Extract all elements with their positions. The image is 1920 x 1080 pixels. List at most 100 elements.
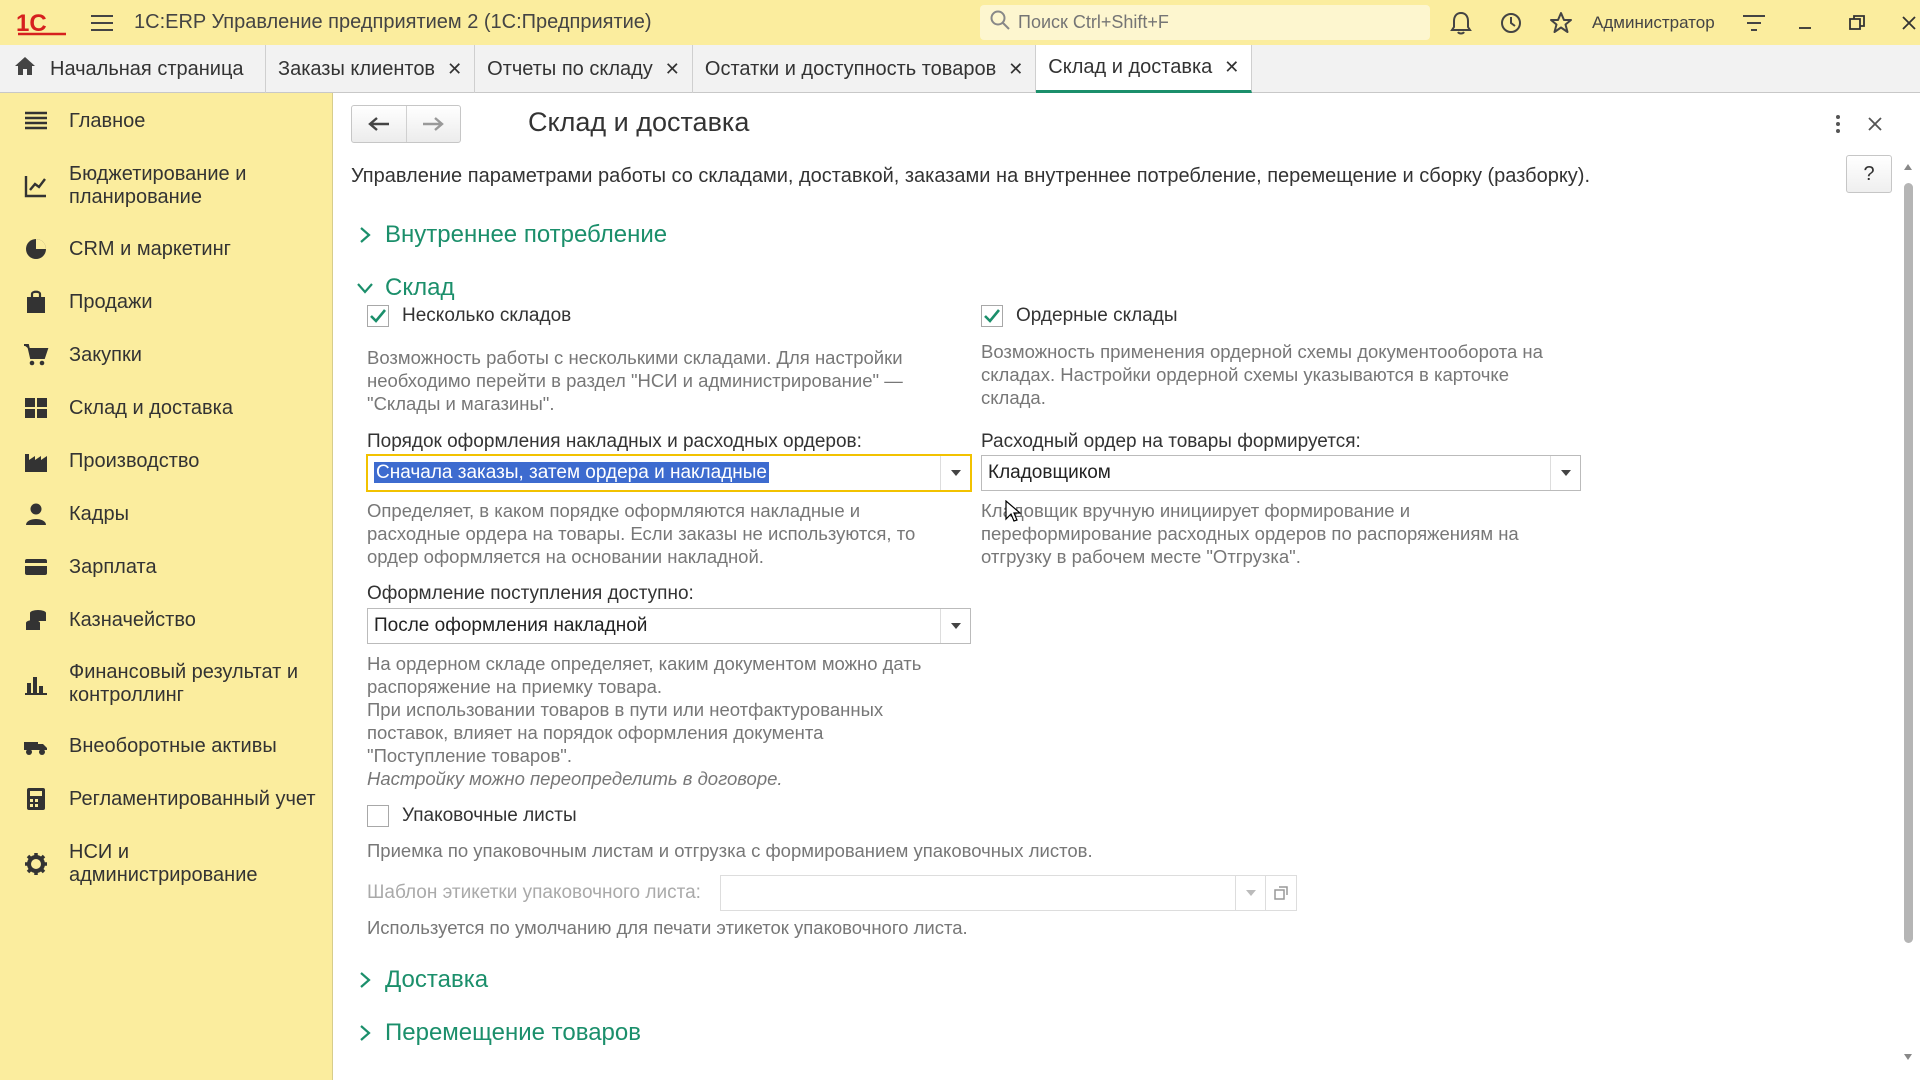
restore-icon[interactable]: [1831, 0, 1883, 45]
bell-icon[interactable]: [1436, 0, 1486, 45]
sidebar-item-label: Финансовый результат и контроллинг: [69, 661, 299, 706]
forward-icon[interactable]: [405, 106, 460, 142]
card-icon: [18, 555, 54, 579]
checkbox-box[interactable]: [367, 305, 389, 327]
close-tab-icon[interactable]: ✕: [1224, 57, 1239, 78]
more-actions-icon[interactable]: [1823, 109, 1853, 139]
sidebar-item-main[interactable]: Главное: [0, 109, 333, 133]
packing-lists-checkbox[interactable]: Упаковочные листы: [367, 805, 577, 827]
coins-icon: [18, 608, 54, 632]
tab-home[interactable]: Начальная страница: [0, 45, 266, 93]
dropdown-arrow-icon[interactable]: [1550, 456, 1580, 490]
open-template-icon[interactable]: [1265, 875, 1297, 911]
sidebar-item-warehouse[interactable]: Склад и доставка: [0, 396, 333, 420]
scroll-down-icon: [1904, 1054, 1912, 1060]
vertical-scrollbar[interactable]: [1899, 153, 1917, 1073]
calculator-icon: [18, 787, 54, 811]
sidebar-item-label: Регламентированный учет: [69, 787, 316, 810]
order-warehouses-checkbox[interactable]: Ордерные склады: [981, 305, 1178, 327]
person-icon: [18, 502, 54, 526]
checkbox-label: Несколько складов: [402, 305, 572, 326]
main-menu-icon[interactable]: [82, 0, 122, 45]
star-icon[interactable]: [1536, 0, 1586, 45]
sidebar-item-fixed-assets[interactable]: Внеоборотные активы: [0, 734, 333, 758]
tab-stock-availability[interactable]: Остатки и доступность товаров ✕: [693, 45, 1037, 93]
current-user[interactable]: Администратор: [1592, 13, 1715, 33]
sidebar-item-budgeting[interactable]: Бюджетирование и планирование: [0, 163, 333, 209]
sidebar-item-sales[interactable]: Продажи: [0, 290, 333, 314]
settings-menu-icon[interactable]: [1729, 0, 1779, 45]
tab-warehouse-delivery[interactable]: Склад и доставка ✕: [1036, 45, 1253, 93]
close-tab-icon[interactable]: ✕: [1008, 59, 1023, 80]
crm-icon: [18, 237, 54, 261]
select-value[interactable]: После оформления накладной: [368, 615, 940, 637]
select-value[interactable]: Сначала заказы, затем ордера и накладные: [368, 462, 940, 484]
tab-label: Заказы клиентов: [278, 57, 436, 80]
sidebar-item-label: Казначейство: [69, 608, 196, 631]
receipt-select[interactable]: После оформления накладной: [367, 608, 971, 644]
home-icon: [14, 56, 36, 82]
order-warehouses-hint: Возможность применения ордерной схемы до…: [981, 341, 1543, 408]
1c-logo[interactable]: 1С: [12, 0, 72, 45]
sidebar-item-hr[interactable]: Кадры: [0, 502, 333, 526]
sidebar-item-label: Продажи: [69, 290, 153, 313]
close-tab-icon[interactable]: ✕: [447, 59, 462, 80]
dropdown-arrow-icon[interactable]: [940, 609, 970, 643]
group-warehouse[interactable]: Склад: [355, 274, 454, 302]
sidebar-item-purchases[interactable]: Закупки: [0, 343, 333, 367]
history-icon[interactable]: [1486, 0, 1536, 45]
tab-warehouse-reports[interactable]: Отчеты по складу ✕: [475, 45, 693, 93]
tab-customer-orders[interactable]: Заказы клиентов ✕: [266, 45, 476, 93]
sidebar-item-treasury[interactable]: Казначейство: [0, 608, 333, 632]
sidebar-item-salary[interactable]: Зарплата: [0, 555, 333, 579]
truck-icon: [18, 734, 54, 758]
group-title: Внутреннее потребление: [385, 221, 668, 248]
close-window-icon[interactable]: [1883, 0, 1920, 45]
dropdown-arrow-icon[interactable]: [1235, 876, 1265, 910]
main-panel: Склад и доставка ? Управление параметрам…: [333, 93, 1920, 1080]
help-button[interactable]: ?: [1846, 155, 1892, 193]
group-internal-consumption[interactable]: Внутреннее потребление: [355, 221, 667, 249]
receipt-hint: На ордерном складе определяет, каким док…: [367, 653, 922, 766]
receipt-hint-italic: Настройку можно переопределить в договор…: [367, 768, 783, 789]
search-input[interactable]: [1018, 12, 1398, 33]
packing-lists-hint: Приемка по упаковочным листам и отгрузка…: [367, 840, 1093, 861]
search-box[interactable]: [980, 5, 1430, 40]
scrollbar-thumb[interactable]: [1904, 183, 1913, 943]
budget-icon: [18, 174, 54, 198]
group-title: Склад: [385, 274, 455, 301]
dropdown-arrow-icon[interactable]: [940, 456, 970, 490]
checkbox-box[interactable]: [981, 305, 1003, 327]
invoice-order-hint: Определяет, в каком порядке оформляются …: [367, 500, 916, 567]
close-form-icon[interactable]: [1860, 109, 1890, 139]
sidebar-item-production[interactable]: Производство: [0, 449, 333, 473]
close-tab-icon[interactable]: ✕: [665, 59, 680, 80]
svg-text:1С: 1С: [16, 10, 47, 36]
sidebar-item-crm[interactable]: CRM и маркетинг: [0, 237, 333, 261]
multiple-warehouses-checkbox[interactable]: Несколько складов: [367, 305, 571, 327]
group-transfer[interactable]: Перемещение товаров: [355, 1019, 641, 1047]
group-delivery[interactable]: Доставка: [355, 966, 488, 994]
sidebar: Главное Бюджетирование и планирование CR…: [0, 93, 333, 1080]
warehouse-icon: [18, 396, 54, 420]
checkbox-box[interactable]: [367, 805, 389, 827]
sidebar-item-regulated[interactable]: Регламентированный учет: [0, 787, 333, 811]
group-title: Доставка: [385, 966, 489, 993]
receipt-label: Оформление поступления доступно:: [367, 583, 694, 604]
mouse-cursor-icon: [1005, 499, 1022, 529]
select-value[interactable]: Кладовщиком: [982, 462, 1550, 484]
label-template-select[interactable]: [720, 875, 1266, 911]
history-nav: [351, 105, 461, 143]
chevron-right-icon: [355, 1023, 375, 1043]
page-title: Склад и доставка: [528, 107, 750, 137]
invoice-order-select[interactable]: Сначала заказы, затем ордера и накладные: [366, 454, 972, 492]
minimize-icon[interactable]: [1779, 0, 1831, 45]
back-icon[interactable]: [352, 106, 406, 142]
sidebar-item-finance[interactable]: Финансовый результат и контроллинг: [0, 661, 333, 707]
sidebar-item-admin[interactable]: НСИ и администрирование: [0, 841, 333, 887]
factory-icon: [18, 449, 54, 473]
chart-icon: [18, 672, 54, 696]
expense-order-select[interactable]: Кладовщиком: [981, 455, 1581, 491]
title-bar-tools: Администратор: [1436, 0, 1920, 45]
checkbox-label: Упаковочные листы: [402, 805, 577, 826]
